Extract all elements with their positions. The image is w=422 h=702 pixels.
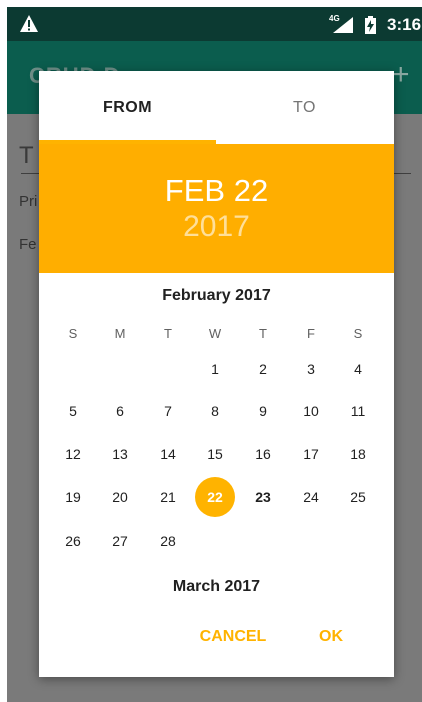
status-bar: 4G 3:16 [7,7,422,41]
weekday-label: T [164,325,172,341]
day-cell[interactable]: 4 [338,349,378,389]
day-cell[interactable]: 14 [148,434,188,474]
day-cell[interactable]: 10 [291,391,331,431]
range-tabs: FROM TO [39,71,394,144]
month-title: February 2017 [162,287,271,304]
day-cell[interactable]: 1 [195,349,235,389]
day-cell[interactable]: 20 [100,477,140,517]
date-range-picker-dialog: FROM TO FEB 22 2017 February 2017 SMTWTF… [39,71,394,677]
date-header: FEB 22 2017 [39,144,394,273]
background-label-2: Fe [19,236,37,253]
selected-year[interactable]: 2017 [39,210,394,244]
tab-from[interactable]: FROM [39,71,216,144]
tab-to[interactable]: TO [216,71,393,144]
day-cell[interactable]: 2 [243,349,283,389]
selected-day-cell[interactable]: 22 [195,477,235,517]
weekday-label: S [68,325,78,341]
day-cell[interactable]: 21 [148,477,188,517]
cancel-button[interactable]: CANCEL [193,623,273,651]
day-cell[interactable]: 26 [53,521,93,561]
day-cell[interactable]: 15 [195,434,235,474]
day-cell[interactable]: 24 [291,477,331,517]
title-field-text: T [19,142,34,169]
day-cell[interactable]: 7 [148,391,188,431]
add-icon[interactable]: + [392,58,410,92]
day-cell[interactable]: 23 [243,477,283,517]
clock: 3:16 [387,15,422,34]
ok-button[interactable]: OK [311,623,351,651]
day-cell[interactable]: 3 [291,349,331,389]
day-cell[interactable]: 8 [195,391,235,431]
day-cell[interactable]: 28 [148,521,188,561]
weekday-label: S [353,325,363,341]
battery-icon [365,16,376,34]
weekday-label: T [259,325,267,341]
weekday-label: M [114,325,126,341]
day-cell[interactable]: 6 [100,391,140,431]
day-cell[interactable]: 12 [53,434,93,474]
day-cell[interactable]: 11 [338,391,378,431]
next-month-title: March 2017 [172,578,261,595]
day-cell[interactable]: 5 [53,391,93,431]
weekday-label: F [307,325,315,341]
day-cell[interactable]: 13 [100,434,140,474]
day-cell[interactable]: 19 [53,477,93,517]
warning-icon [20,15,38,32]
weekday-label: W [208,325,222,341]
day-cell[interactable]: 25 [338,477,378,517]
day-cell[interactable]: 18 [338,434,378,474]
day-cell[interactable]: 17 [291,434,331,474]
day-cell[interactable]: 27 [100,521,140,561]
day-cell[interactable]: 9 [243,391,283,431]
selected-date[interactable]: FEB 22 [39,173,394,209]
signal-icon [333,17,353,33]
day-cell[interactable]: 16 [243,434,283,474]
background-label-1: Pri [19,193,38,210]
